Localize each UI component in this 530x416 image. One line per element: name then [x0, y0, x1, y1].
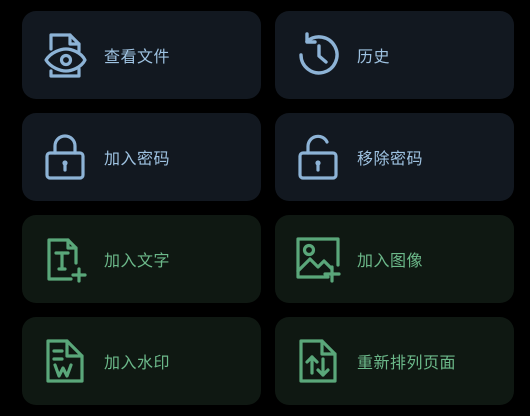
add-image-label: 加入图像	[357, 251, 424, 270]
add-watermark-button[interactable]: 加入水印	[22, 317, 261, 405]
history-label: 历史	[357, 47, 391, 66]
unlock-icon	[292, 131, 344, 183]
lock-icon	[39, 131, 91, 183]
reorder-pages-icon	[292, 335, 344, 387]
add-image-icon	[292, 233, 344, 285]
view-file-label: 查看文件	[104, 47, 171, 66]
reorder-pages-button[interactable]: 重新排列页面	[275, 317, 514, 405]
add-text-label: 加入文字	[104, 251, 171, 270]
remove-password-button[interactable]: 移除密码	[275, 113, 514, 201]
reorder-pages-label: 重新排列页面	[357, 353, 457, 372]
add-password-label: 加入密码	[104, 149, 171, 168]
view-file-button[interactable]: 查看文件	[22, 11, 261, 99]
watermark-icon	[39, 335, 91, 387]
tool-grid: 查看文件 历史 加入密码 移除密码 加入文字 加入图像 加入水印 重新排列页面	[22, 11, 514, 405]
add-image-button[interactable]: 加入图像	[275, 215, 514, 303]
remove-password-label: 移除密码	[357, 149, 424, 168]
add-text-icon	[39, 233, 91, 285]
history-button[interactable]: 历史	[275, 11, 514, 99]
add-text-button[interactable]: 加入文字	[22, 215, 261, 303]
pdf-tools-screen: { "colors": { "background": "#000000", "…	[0, 0, 530, 416]
history-icon	[292, 29, 344, 81]
add-password-button[interactable]: 加入密码	[22, 113, 261, 201]
add-watermark-label: 加入水印	[104, 353, 171, 372]
view-file-icon	[39, 29, 91, 81]
